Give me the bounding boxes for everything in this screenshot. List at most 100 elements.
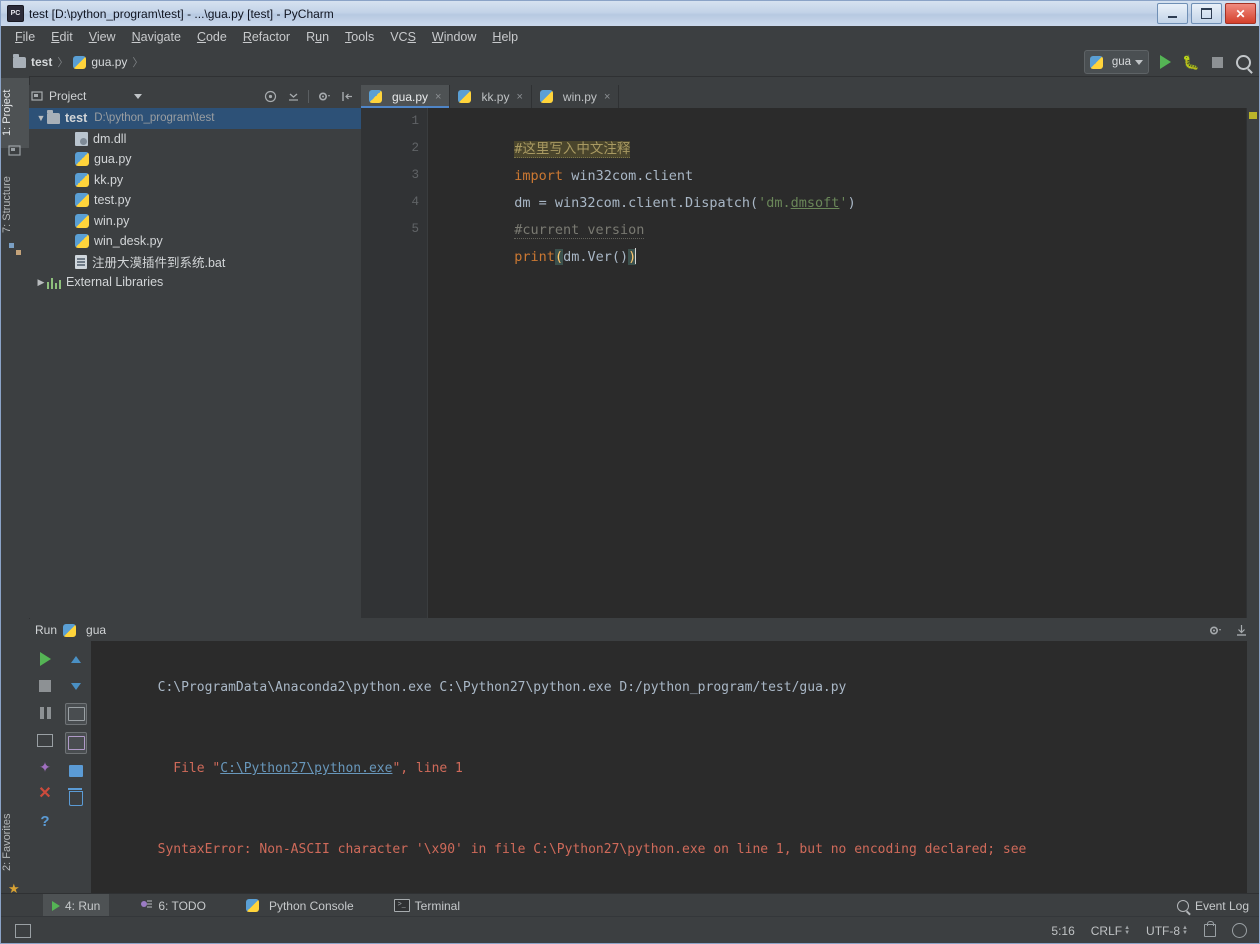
tree-item-win-desk-py[interactable]: win_desk.py [29, 231, 361, 252]
sidebar-tab-favorites[interactable]: 2: Favorites [1, 800, 29, 884]
code-token: dm.Ver() [563, 249, 628, 265]
sidebar-tab-structure[interactable]: 7: Structure [1, 164, 29, 246]
run-configuration-selector[interactable]: gua [1084, 50, 1149, 74]
down-the-stack-button[interactable] [66, 676, 86, 696]
tree-item-label: kk.py [94, 173, 123, 187]
console-marker-gutter[interactable] [1247, 641, 1259, 893]
editor-tab-label: kk.py [481, 90, 509, 104]
menu-view[interactable]: View [81, 28, 124, 46]
editor-tab-win-py[interactable]: win.py × [532, 85, 619, 108]
menu-tools[interactable]: Tools [337, 28, 382, 46]
console-text: SyntaxError: Non-ASCII character '\x90' … [158, 842, 1027, 857]
editor-tab-strip: gua.py × kk.py × win.py × [361, 85, 1259, 109]
export-icon[interactable] [1233, 622, 1249, 638]
tool-tab-run[interactable]: 4: Run [43, 894, 109, 917]
chevron-right-icon[interactable]: ▶ [35, 277, 47, 288]
scroll-to-end-button[interactable] [65, 732, 87, 754]
event-log-area[interactable]: Event Log [1177, 899, 1259, 913]
close-icon[interactable]: × [516, 91, 522, 103]
collapse-all-button[interactable] [285, 88, 301, 104]
help-button[interactable]: ? [35, 811, 55, 831]
tree-item-gua-py[interactable]: gua.py [29, 149, 361, 170]
console-output[interactable]: C:\ProgramData\Anaconda2\python.exe C:\P… [91, 641, 1247, 893]
search-everywhere-button[interactable] [1233, 52, 1253, 72]
pycharm-icon: PC [7, 5, 24, 22]
breadcrumb-test[interactable]: test 〉 [13, 54, 73, 70]
menu-window[interactable]: Window [424, 28, 484, 46]
code-editor[interactable]: 1 2 3 4 5 #这里写入中文注释 import win32com.clie… [361, 108, 1259, 618]
editor-tab-gua-py[interactable]: gua.py × [361, 85, 450, 108]
tree-item-external-libraries[interactable]: ▶ External Libraries [29, 272, 361, 293]
soft-wrap-button[interactable] [65, 703, 87, 725]
maximize-button[interactable] [1191, 3, 1222, 24]
sidebar-tab-project[interactable]: 1: Project [1, 78, 29, 148]
close-icon[interactable]: × [435, 91, 441, 103]
editor-gutter[interactable]: 1 2 3 4 5 [361, 108, 428, 618]
tree-item-bat[interactable]: 注册大漠插件到系统.bat [29, 252, 361, 273]
menu-edit[interactable]: Edit [43, 28, 81, 46]
code-line-5: print(dm.Ver()) [433, 217, 636, 298]
stop-button[interactable] [35, 676, 55, 696]
python-file-icon [540, 90, 553, 103]
rerun-button[interactable] [35, 649, 55, 669]
gear-icon[interactable] [316, 88, 332, 104]
gear-icon[interactable] [1207, 622, 1223, 638]
close-button[interactable]: ✕ [1225, 3, 1256, 24]
scroll-from-source-button[interactable] [262, 88, 278, 104]
debug-button[interactable]: 🐛 [1181, 52, 1201, 72]
tool-tab-label: 6: TODO [158, 899, 206, 913]
menu-code[interactable]: Code [189, 28, 235, 46]
lock-icon[interactable] [1204, 924, 1216, 937]
menu-vcs[interactable]: VCS [382, 28, 424, 46]
tree-item-dm-dll[interactable]: dm.dll [29, 129, 361, 150]
tree-item-kk-py[interactable]: kk.py [29, 170, 361, 191]
tool-tab-label: Terminal [415, 899, 460, 913]
stop-button[interactable] [1207, 52, 1227, 72]
editor-tab-kk-py[interactable]: kk.py × [450, 85, 531, 108]
menu-run[interactable]: Run [298, 28, 337, 46]
minimize-button[interactable] [1157, 3, 1188, 24]
tree-item-win-py[interactable]: win.py [29, 211, 361, 232]
pycharm-window: PC test [D:\python_program\test] - ...\g… [0, 0, 1260, 944]
pause-button[interactable] [35, 703, 55, 723]
close-icon[interactable]: × [604, 91, 610, 103]
up-the-stack-button[interactable] [66, 649, 86, 669]
python-file-icon [75, 214, 89, 228]
breadcrumb-label: test [31, 55, 52, 69]
tool-tab-python-console[interactable]: Python Console [237, 894, 363, 917]
print-button[interactable] [66, 761, 86, 781]
close-run-button[interactable]: ✕ [35, 784, 55, 804]
filter-button[interactable]: ✦ [35, 757, 55, 777]
line-number: 2 [411, 141, 419, 155]
code-token: ' [839, 195, 847, 211]
run-tool-window: Run gua ✦ ✕ ? [29, 619, 1259, 893]
project-view-dropdown[interactable] [130, 88, 146, 104]
run-button[interactable] [1155, 52, 1175, 72]
hide-panel-button[interactable] [339, 88, 355, 104]
tool-tab-todo[interactable]: 6: TODO [131, 894, 215, 917]
editor-marker-gutter[interactable] [1246, 108, 1259, 618]
menu-file[interactable]: File [7, 28, 43, 46]
encoding-selector[interactable]: UTF-8 ▲▼ [1146, 924, 1188, 938]
tool-tab-terminal[interactable]: >_ Terminal [385, 894, 469, 917]
tree-item-test-py[interactable]: test.py [29, 190, 361, 211]
caret-position[interactable]: 5:16 [1051, 924, 1074, 938]
menu-navigate[interactable]: Navigate [124, 28, 189, 46]
clear-all-button[interactable] [66, 788, 86, 808]
menu-help[interactable]: Help [484, 28, 526, 46]
console-file-link[interactable]: C:\Python27\python.exe [220, 761, 392, 776]
chevron-down-icon[interactable]: ▼ [35, 113, 47, 123]
memory-indicator-icon[interactable] [15, 924, 31, 938]
restore-layout-button[interactable] [35, 730, 55, 750]
line-separator-selector[interactable]: CRLF ▲▼ [1091, 924, 1130, 938]
tree-item-test[interactable]: ▼ test D:\python_program\test [29, 108, 361, 129]
menu-refactor[interactable]: Refactor [235, 28, 298, 46]
library-icon [47, 276, 61, 289]
code-token: ) [848, 195, 856, 211]
console-line: C:\ProgramData\Anaconda2\python.exe C:\P… [95, 647, 1247, 728]
warning-marker[interactable] [1249, 112, 1257, 119]
breadcrumb-gua-py[interactable]: gua.py 〉 [73, 54, 148, 70]
inspection-face-icon[interactable] [1232, 923, 1247, 938]
tree-item-path: D:\python_program\test [94, 112, 214, 124]
code-lines[interactable]: #这里写入中文注释 import win32com.client dm = wi… [433, 108, 1259, 618]
